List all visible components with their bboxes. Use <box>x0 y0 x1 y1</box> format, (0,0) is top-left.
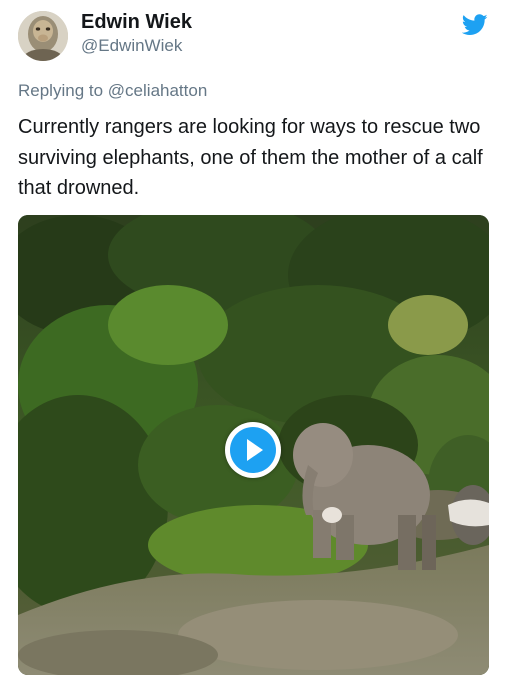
reply-context: Replying to @celiahatton <box>18 80 207 102</box>
author-display-name[interactable]: Edwin Wiek <box>81 10 192 34</box>
author-block: Edwin Wiek @EdwinWiek <box>81 10 192 58</box>
play-icon <box>230 427 276 473</box>
avatar-photo-icon <box>18 11 68 61</box>
tweet-card: Edwin Wiek @EdwinWiek Replying to @celia… <box>0 0 507 675</box>
reply-mention-link[interactable]: @celiahatton <box>108 81 208 100</box>
twitter-bird-icon[interactable] <box>461 14 488 36</box>
video-media[interactable] <box>18 215 489 675</box>
tweet-text: Currently rangers are looking for ways t… <box>18 116 483 199</box>
avatar[interactable] <box>18 11 68 61</box>
play-button[interactable] <box>225 422 281 478</box>
reply-prefix: Replying to <box>18 81 104 100</box>
author-handle[interactable]: @EdwinWiek <box>81 34 192 58</box>
